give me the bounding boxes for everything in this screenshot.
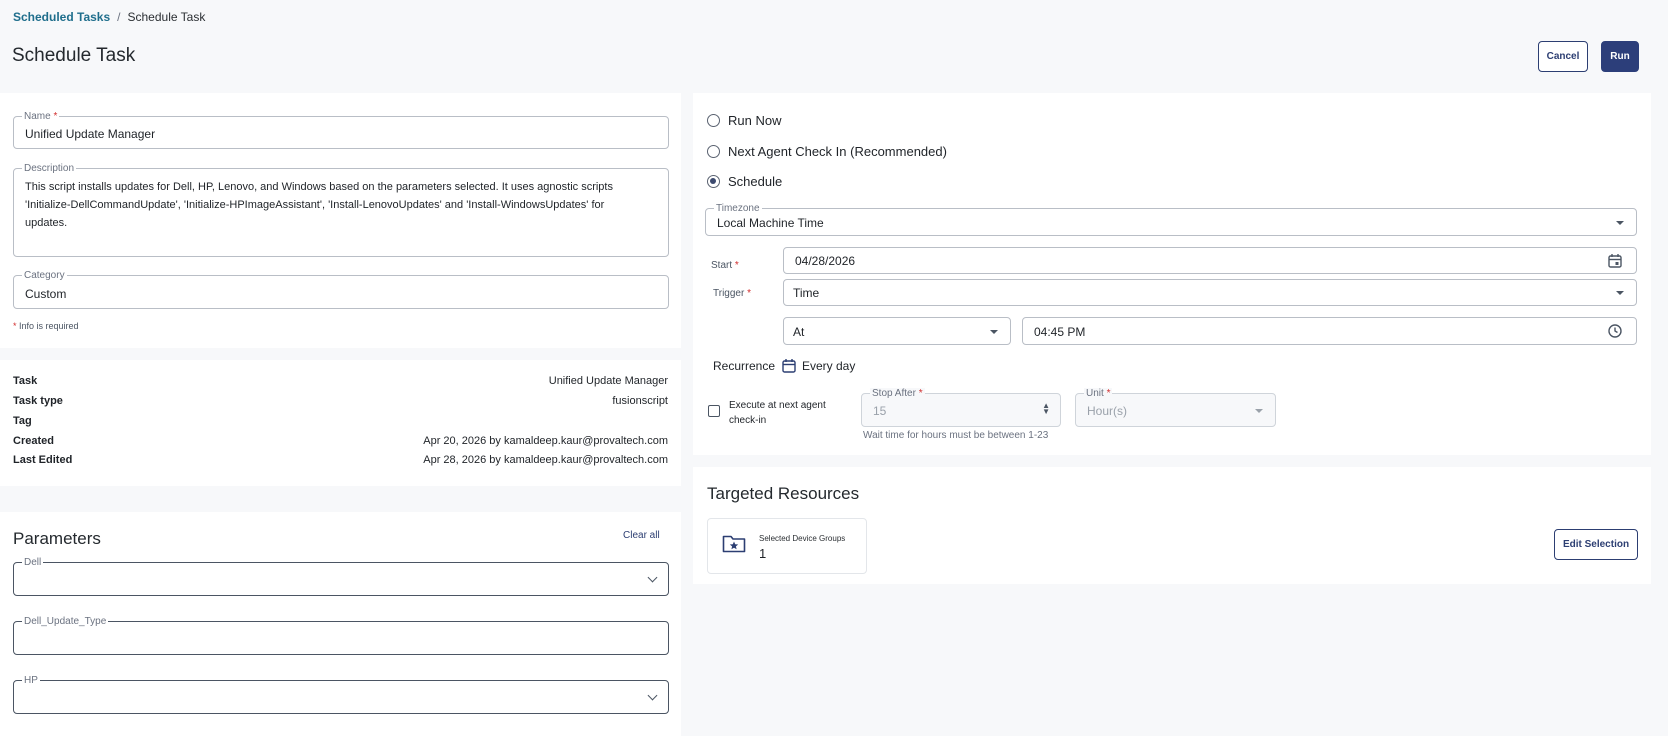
next-agent-check-in-label[interactable]: Next Agent Check In (Recommended) (728, 144, 947, 159)
dell-select[interactable]: Dell (13, 557, 669, 596)
dell-update-type-label: Dell_Update_Type (22, 616, 109, 627)
detail-row-last-edited: Last Edited Apr 28, 2026 by kamaldeep.kau… (13, 454, 668, 466)
start-date-input[interactable]: 04/28/2026 (783, 247, 1637, 274)
parameters-title: Parameters (13, 529, 101, 548)
hp-select-label: HP (22, 675, 40, 686)
breadcrumb-current: Schedule Task (127, 10, 206, 24)
schedule-radio[interactable] (707, 175, 720, 188)
breadcrumb: Scheduled Tasks / Schedule Task (13, 10, 205, 24)
time-value: 04:45 PM (1034, 325, 1086, 339)
task-form-card: Name * Unified Update Manager Descriptio… (0, 93, 681, 348)
run-now-label[interactable]: Run Now (728, 113, 781, 128)
name-field-value: Unified Update Manager (25, 127, 156, 141)
edit-selection-button[interactable]: Edit Selection (1554, 529, 1638, 560)
wait-time-hint: Wait time for hours must be between 1-23 (863, 430, 1049, 441)
page-title: Schedule Task (12, 45, 136, 66)
folder-star-icon (722, 535, 746, 553)
dell-select-label: Dell (22, 557, 44, 568)
detail-row-tag: Tag (13, 415, 32, 427)
breadcrumb-separator: / (117, 10, 121, 24)
timezone-select[interactable]: Timezone Local Machine Time (705, 203, 1637, 236)
chevron-down-icon (647, 572, 658, 583)
detail-row-task-type: Task type fusionscript (13, 395, 668, 407)
selected-device-groups-label: Selected Device Groups (759, 534, 846, 543)
recurrence-value[interactable]: Every day (802, 359, 855, 373)
next-agent-check-in-radio[interactable] (707, 145, 720, 158)
description-field-label: Description (22, 163, 77, 174)
caret-down-icon (1616, 221, 1624, 225)
targeted-resources-card: Targeted Resources Selected Device Group… (693, 467, 1651, 584)
name-field[interactable]: Name * Unified Update Manager (13, 111, 669, 149)
start-label: Start * (711, 260, 739, 271)
recurrence-label: Recurrence (713, 359, 776, 373)
dell-update-type-field[interactable]: Dell_Update_Type (13, 616, 669, 655)
calendar-icon[interactable] (1608, 253, 1622, 268)
breadcrumb-scheduled-tasks-link[interactable]: Scheduled Tasks (13, 10, 110, 24)
required-note: * Info is required (13, 321, 79, 331)
selected-device-groups-tile[interactable]: Selected Device Groups 1 (707, 518, 867, 574)
timezone-label: Timezone (714, 203, 762, 214)
unit-label: Unit * (1084, 388, 1113, 399)
category-field-value: Custom (25, 287, 67, 301)
selected-device-groups-count: 1 (759, 546, 767, 561)
run-button[interactable]: Run (1601, 41, 1639, 72)
clock-icon[interactable] (1608, 324, 1622, 338)
category-field-label: Category (22, 270, 67, 281)
timezone-value: Local Machine Time (717, 216, 824, 230)
targeted-resources-title: Targeted Resources (707, 484, 860, 503)
unit-select[interactable]: Unit * Hour(s) (1075, 388, 1276, 427)
name-field-label: Name * (22, 111, 60, 122)
at-select[interactable]: At (783, 317, 1011, 345)
time-input[interactable]: 04:45 PM (1022, 317, 1637, 345)
category-field[interactable]: Category Custom (13, 270, 669, 309)
trigger-label: Trigger * (713, 288, 751, 299)
cancel-button[interactable]: Cancel (1538, 41, 1588, 72)
stepper-icon[interactable]: ▲ ▼ (1042, 402, 1050, 416)
recurrence-calendar-icon (782, 359, 796, 373)
task-details-card: Task Unified Update Manager Task type fusi… (0, 360, 681, 486)
trigger-value: Time (793, 286, 820, 300)
stop-after-label: Stop After * (870, 388, 925, 399)
schedule-card: Run Now Next Agent Check In (Recommended… (693, 93, 1651, 455)
caret-down-icon (1616, 291, 1624, 295)
detail-row-task: Task Unified Update Manager (13, 375, 668, 387)
description-field-value: This script installs updates for Dell, H… (25, 181, 613, 229)
chevron-down-icon (647, 690, 658, 701)
run-now-radio[interactable] (707, 114, 720, 127)
clear-all-button[interactable]: Clear all (623, 530, 660, 541)
hp-select[interactable]: HP (13, 675, 669, 714)
caret-down-icon (1255, 409, 1263, 413)
start-date-value: 04/28/2026 (795, 254, 856, 268)
description-field[interactable]: Description This script installs updates… (13, 163, 669, 257)
execute-next-checkin-label: Execute at next agent check-in (729, 400, 826, 426)
detail-row-created: Created Apr 20, 2026 by kamaldeep.kaur@pr… (13, 435, 668, 447)
stop-after-value: 15 (873, 404, 887, 418)
caret-down-icon (990, 330, 998, 334)
parameters-card: Parameters Clear all Dell Dell_Update_Ty… (0, 512, 681, 736)
stop-after-input[interactable]: Stop After * 15 ▲ ▼ (861, 388, 1061, 427)
trigger-select[interactable]: Time (783, 279, 1637, 306)
execute-next-checkin-checkbox[interactable] (708, 405, 720, 417)
at-value: At (793, 325, 805, 339)
schedule-label[interactable]: Schedule (728, 174, 782, 189)
unit-value: Hour(s) (1087, 404, 1128, 418)
